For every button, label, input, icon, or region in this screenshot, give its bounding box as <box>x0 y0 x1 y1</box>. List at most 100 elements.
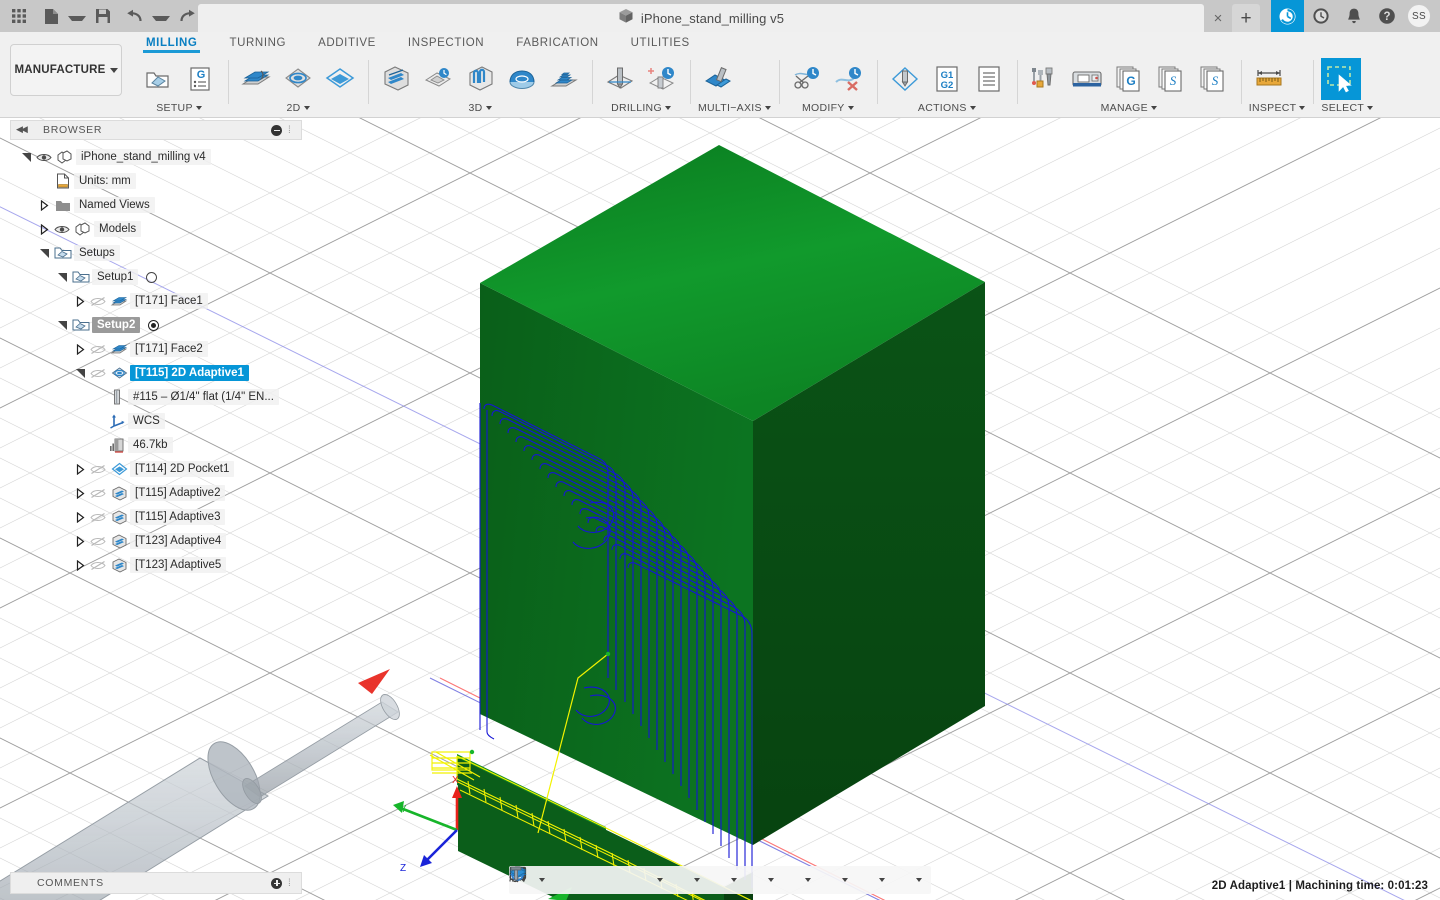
panel-resize-grip[interactable]: ⁞ <box>288 125 295 136</box>
ribbon-tab-strip[interactable]: MILLING TURNING ADDITIVE INSPECTION FABRICAT… <box>130 32 706 56</box>
template-library-icon[interactable]: S <box>1193 58 1233 100</box>
contour-3d-icon[interactable] <box>502 58 542 100</box>
navigation-bar[interactable]: ± <box>509 866 931 894</box>
ribbon-panel-dropdown-caret[interactable] <box>847 106 854 110</box>
drill-icon[interactable] <box>600 58 640 100</box>
add-comment-icon[interactable] <box>271 877 282 889</box>
viewports-dropdown-caret[interactable] <box>768 878 774 882</box>
simulation-refresh-button[interactable] <box>511 866 853 894</box>
collapse-left-icon[interactable]: ◀◀ <box>16 124 28 135</box>
select-window-icon[interactable] <box>1321 58 1362 100</box>
generate-g-code-icon[interactable]: G <box>1109 58 1149 100</box>
toolpath-visibility-button[interactable] <box>509 866 890 894</box>
bore-icon[interactable] <box>642 58 682 100</box>
orbit-dropdown-caret[interactable] <box>539 878 545 882</box>
expand-arrow-closed-icon[interactable] <box>36 199 52 211</box>
pocket-clearing-3d-icon[interactable] <box>418 58 458 100</box>
expand-arrow-closed-icon[interactable] <box>72 511 88 523</box>
post-process-icon[interactable]: G <box>180 58 220 100</box>
expand-arrow-open-icon[interactable] <box>72 368 88 378</box>
tree-item[interactable]: [T115] Adaptive2 <box>10 481 302 505</box>
face-toolpath-icon[interactable] <box>236 58 276 100</box>
tool-library-icon[interactable] <box>1025 58 1065 100</box>
tree-item[interactable]: [T115] Adaptive3 <box>10 505 302 529</box>
visibility-eye-off-icon[interactable] <box>88 560 108 571</box>
post-library-icon[interactable]: S <box>1151 58 1191 100</box>
2d-adaptive-clearing-icon[interactable] <box>278 58 318 100</box>
ribbon-tab-utilities[interactable]: UTILITIES <box>615 32 706 49</box>
expand-arrow-closed-icon[interactable] <box>72 295 88 307</box>
stock-visibility-button[interactable] <box>509 866 816 894</box>
tree-item[interactable]: iPhone_stand_milling v4 <box>10 145 302 169</box>
simulation-refresh-dropdown-caret[interactable] <box>842 878 848 882</box>
tree-item[interactable]: Setup1 <box>10 265 302 289</box>
visibility-eye-off-icon[interactable] <box>88 512 108 523</box>
browser-header[interactable]: ◀◀ BROWSER ⁞ <box>10 120 302 140</box>
app-grid-icon[interactable] <box>4 2 34 30</box>
visibility-eye-off-icon[interactable] <box>88 464 108 475</box>
expand-arrow-closed-icon[interactable] <box>72 463 88 475</box>
ramp-3d-icon[interactable] <box>544 58 584 100</box>
ribbon-panel-dropdown-caret[interactable] <box>1299 106 1306 110</box>
2d-pocket-icon[interactable] <box>320 58 360 100</box>
g1-g2-nc-program-icon[interactable]: G1 G2 <box>927 58 967 100</box>
job-status-icon[interactable] <box>1271 0 1304 32</box>
tree-item[interactable]: #115 – Ø1/4" flat (1/4" EN... <box>10 385 302 409</box>
toolpath-visibility-dropdown-caret[interactable] <box>879 878 885 882</box>
setup-active-radio-selected[interactable] <box>148 319 160 331</box>
new-file-dropdown-caret[interactable] <box>68 15 86 21</box>
ribbon-tab-inspection[interactable]: INSPECTION <box>392 32 500 49</box>
expand-arrow-open-icon[interactable] <box>36 248 52 258</box>
expand-arrow-closed-icon[interactable] <box>36 223 52 235</box>
ribbon-panel-dropdown-caret[interactable] <box>195 106 202 110</box>
recent-activity-icon[interactable] <box>1304 0 1337 32</box>
ribbon-panel-dropdown-caret[interactable] <box>485 106 492 110</box>
tree-item[interactable]: Models <box>10 217 302 241</box>
help-icon[interactable]: ? <box>1370 0 1403 32</box>
grid-snaps-button[interactable] <box>509 866 742 894</box>
ribbon-panel-dropdown-caret[interactable] <box>1150 106 1157 110</box>
tree-item[interactable]: [T123] Adaptive5 <box>10 553 302 577</box>
visibility-eye-off-icon[interactable] <box>88 296 108 307</box>
simulate-icon[interactable] <box>885 58 925 100</box>
workspace-dropdown-caret[interactable] <box>109 67 118 73</box>
tree-item[interactable]: Setup2 <box>10 313 302 337</box>
save-icon[interactable] <box>88 2 118 30</box>
zoom-window-button[interactable] <box>509 866 668 894</box>
measure-icon[interactable] <box>1249 58 1289 100</box>
pan-button[interactable] <box>510 866 604 894</box>
notifications-bell-icon[interactable] <box>1337 0 1370 32</box>
tool-visibility-button[interactable] <box>510 866 927 894</box>
tree-item[interactable]: Units: mm <box>10 169 302 193</box>
browser-tree[interactable]: iPhone_stand_milling v4 Units: mm Named Vi… <box>10 140 302 577</box>
delete-toolpath-icon[interactable] <box>829 58 869 100</box>
stock-visibility-dropdown-caret[interactable] <box>805 878 811 882</box>
zoom-window-dropdown-caret[interactable] <box>657 878 663 882</box>
undo-dropdown-caret[interactable] <box>152 15 170 21</box>
setup-sheet-icon[interactable] <box>969 58 1009 100</box>
avatar[interactable]: SS <box>1407 4 1431 28</box>
display-settings-button[interactable] <box>509 866 705 894</box>
ribbon-tab-milling[interactable]: MILLING <box>130 32 213 53</box>
new-setup-icon[interactable] <box>138 58 178 100</box>
tree-item[interactable]: [T171] Face1 <box>10 289 302 313</box>
visibility-eye-off-icon[interactable] <box>88 488 108 499</box>
tree-item[interactable]: Named Views <box>10 193 302 217</box>
ribbon-panel-dropdown-caret[interactable] <box>764 106 771 110</box>
expand-arrow-closed-icon[interactable] <box>72 343 88 355</box>
tree-item[interactable]: [T171] Face2 <box>10 337 302 361</box>
ribbon-panel-dropdown-caret[interactable] <box>303 106 310 110</box>
ribbon-panel-dropdown-caret[interactable] <box>1367 106 1374 110</box>
grid-snaps-dropdown-caret[interactable] <box>731 878 737 882</box>
ribbon-panels[interactable]: G SETUP 2D 3D DRILLING MULTI−AXIS MODIFY G1 G2 AC… <box>130 56 1381 118</box>
visibility-eye-off-icon[interactable] <box>88 536 108 547</box>
ribbon-tab-additive[interactable]: ADDITIVE <box>302 32 392 49</box>
ribbon-panel-dropdown-caret[interactable] <box>969 106 976 110</box>
tree-item[interactable]: WCS <box>10 409 302 433</box>
ribbon-tab-turning[interactable]: TURNING <box>213 32 302 49</box>
undo-icon[interactable] <box>120 2 150 30</box>
setup-active-radio[interactable] <box>146 271 158 283</box>
ribbon-tab-fabrication[interactable]: FABRICATION <box>500 32 614 49</box>
tree-item[interactable]: [T123] Adaptive4 <box>10 529 302 553</box>
comments-panel[interactable]: COMMENTS ⁞ <box>10 872 302 894</box>
